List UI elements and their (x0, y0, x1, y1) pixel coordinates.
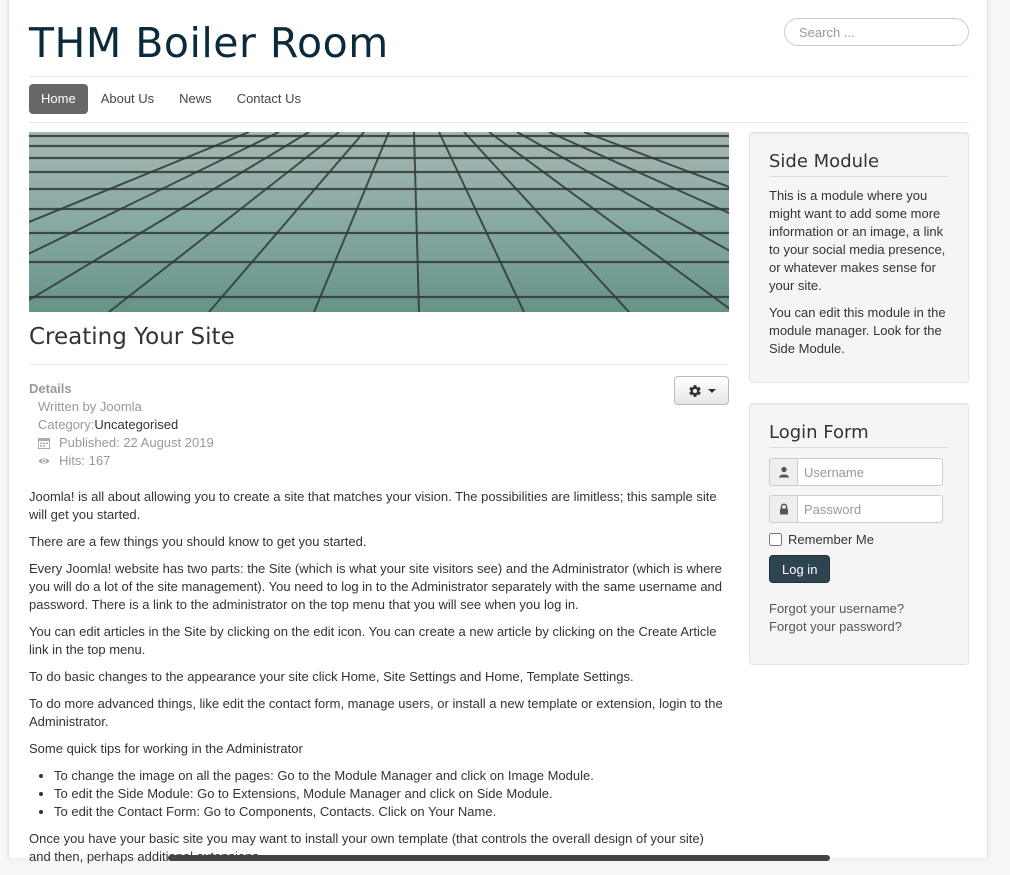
article-tools-button[interactable] (674, 376, 729, 405)
article-paragraph: To do basic changes to the appearance yo… (29, 669, 634, 684)
side-module-text: You can edit this module in the module m… (769, 305, 946, 356)
forgot-username-link[interactable]: Forgot your username? (769, 600, 949, 618)
lock-icon (769, 495, 797, 523)
remember-me-label: Remember Me (788, 532, 874, 547)
bottom-overlay-bar (168, 855, 830, 861)
chevron-down-icon (707, 388, 716, 393)
article-paragraph: To do more advanced things, like edit th… (29, 696, 723, 729)
author-text: Written by Joomla (38, 399, 142, 414)
main-nav: Home About Us News Contact Us (29, 84, 314, 114)
banner-image (29, 132, 729, 312)
article-paragraph: Joomla! is all about allowing you to cre… (29, 489, 717, 522)
nav-item-about-us[interactable]: About Us (89, 84, 166, 114)
nav-item-news[interactable]: News (167, 84, 224, 114)
user-icon (769, 458, 797, 486)
side-module-text: This is a module where you might want to… (769, 188, 946, 293)
category-label: Category: (38, 417, 95, 432)
login-links: Forgot your username? Forgot your passwo… (769, 600, 949, 636)
header-divider (29, 76, 969, 77)
remember-me-checkbox[interactable] (769, 533, 782, 546)
page-inner: THM Boiler Room Home About Us News Conta… (29, 0, 969, 864)
page-container: THM Boiler Room Home About Us News Conta… (8, 0, 988, 864)
details-hits: Hits: 167 (29, 452, 214, 470)
site-title[interactable]: THM Boiler Room (29, 18, 389, 68)
details-heading: Details (29, 381, 72, 396)
search-input[interactable] (784, 18, 969, 46)
article-paragraph: There are a few things you should know t… (29, 534, 367, 549)
hits-text: Hits: 167 (59, 453, 111, 468)
username-row (769, 458, 949, 486)
username-field[interactable] (797, 458, 943, 486)
details-published: Published: 22 August 2019 (29, 434, 214, 452)
calendar-icon (38, 438, 50, 449)
tips-list: To change the image on all the pages: Go… (29, 767, 729, 821)
category-link[interactable]: Uncategorised (94, 416, 178, 434)
gear-icon (688, 384, 701, 397)
article-details: Details Written by Joomla Category: Unca… (29, 380, 214, 470)
side-module-title: Side Module (769, 151, 949, 177)
list-item: To edit the Side Module: Go to Extension… (54, 785, 729, 803)
article-paragraph: Every Joomla! website has two parts: the… (29, 561, 723, 612)
published-text: Published: 22 August 2019 (59, 435, 214, 450)
forgot-password-link[interactable]: Forgot your password? (769, 618, 949, 636)
details-category: Category: Uncategorised (29, 416, 214, 434)
nav-item-contact-us[interactable]: Contact Us (225, 84, 313, 114)
glass-facade-image (29, 132, 729, 312)
password-field[interactable] (797, 495, 943, 523)
list-item: To change the image on all the pages: Go… (54, 767, 729, 785)
title-divider (29, 364, 729, 365)
list-item: To edit the Contact Form: Go to Componen… (54, 803, 729, 821)
login-title: Login Form (769, 422, 949, 448)
login-module: Login Form Remember Me Log in Forgot you… (749, 403, 969, 665)
article-body: Joomla! is all about allowing you to cre… (29, 488, 729, 875)
nav-divider (29, 122, 969, 123)
article-paragraph: You can edit articles in the Site by cli… (29, 624, 717, 657)
article-title: Creating Your Site (29, 324, 235, 350)
article-paragraph: Some quick tips for working in the Admin… (29, 741, 303, 756)
password-row (769, 495, 949, 523)
remember-me[interactable]: Remember Me (769, 532, 949, 547)
side-module: Side Module This is a module where you m… (749, 132, 969, 383)
eye-icon (38, 458, 50, 464)
login-button[interactable]: Log in (769, 555, 831, 583)
nav-item-home[interactable]: Home (29, 84, 88, 114)
details-author: Written by Joomla (29, 398, 214, 416)
